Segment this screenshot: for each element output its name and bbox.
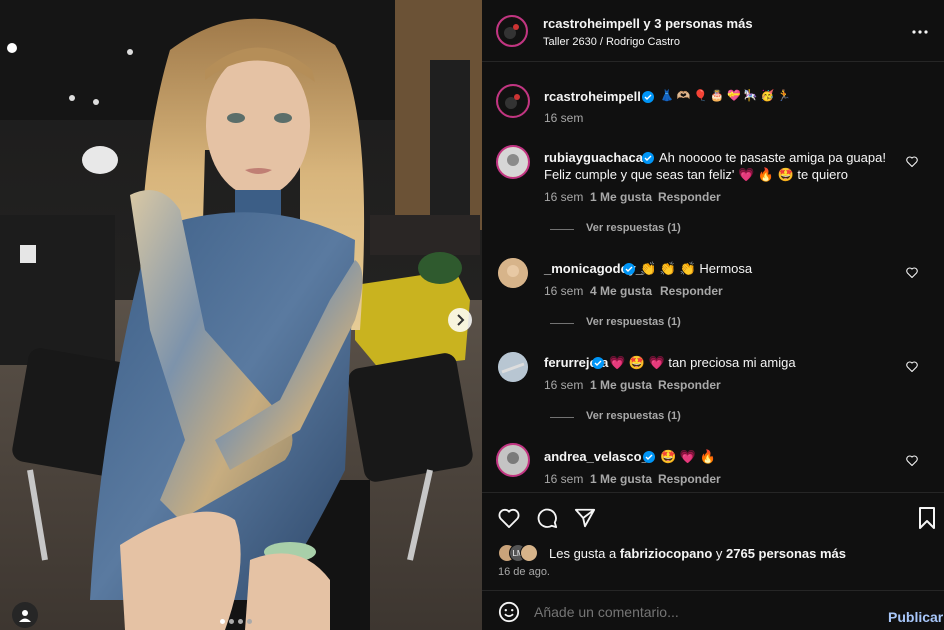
comment-icon: [537, 508, 558, 529]
carousel-indicator: [220, 619, 252, 624]
like-comment-button[interactable]: [905, 453, 919, 467]
caption-avatar[interactable]: [496, 84, 530, 118]
post-authors[interactable]: rcastroheimpell y 3 personas más: [543, 16, 753, 31]
like-button[interactable]: [496, 505, 522, 531]
comment-likes[interactable]: 1 Me gusta: [590, 472, 652, 486]
post-modal: rcastroheimpell y 3 personas más Taller …: [0, 0, 944, 630]
comment-likes[interactable]: 4 Me gusta: [590, 284, 652, 298]
comment-text: 👏 👏 👏 Hermosa: [640, 261, 753, 276]
reply-button[interactable]: Responder: [658, 378, 721, 392]
post-location[interactable]: Taller 2630 / Rodrigo Castro: [543, 36, 680, 48]
comment-text-continued: Feliz cumple y que seas tan feliz' 💗 🔥 🤩…: [544, 167, 848, 182]
post-photo: [0, 0, 482, 630]
comment-avatar[interactable]: [498, 258, 528, 288]
emoji-button[interactable]: [496, 599, 522, 625]
reply-button[interactable]: Responder: [658, 472, 721, 486]
author-avatar[interactable]: [496, 15, 528, 47]
replies-divider: [550, 323, 574, 324]
heart-icon: [906, 454, 918, 466]
chevron-right-icon: [457, 314, 465, 326]
post-actions: LM Les gusta a fabriziocopano y 2765 per…: [482, 492, 944, 582]
replies-divider: [550, 229, 574, 230]
carousel-dot: [238, 619, 243, 624]
comment-composer: Publicar: [482, 590, 944, 630]
comment-text: 🤩 💗 🔥: [660, 449, 716, 464]
verified-icon: [623, 263, 635, 275]
like-comment-button[interactable]: [905, 265, 919, 279]
carousel-dot: [229, 619, 234, 624]
view-replies-button[interactable]: Ver respuestas (1): [586, 410, 681, 422]
publish-button[interactable]: Publicar: [888, 609, 943, 625]
verified-icon: [592, 357, 604, 369]
liker-avatar[interactable]: [520, 544, 538, 562]
reply-button[interactable]: Responder: [658, 190, 721, 204]
comment-time: 16 sem: [544, 378, 584, 392]
post-header: rcastroheimpell y 3 personas más Taller …: [482, 0, 944, 62]
likes-summary: Les gusta a fabriziocopano y 2765 person…: [549, 546, 846, 561]
likes-middle: y: [712, 546, 727, 561]
heart-icon: [498, 508, 520, 528]
save-button[interactable]: [914, 505, 940, 531]
comment-time: 16 sem: [544, 190, 584, 204]
verified-icon: [642, 152, 654, 164]
carousel-dot: [220, 619, 225, 624]
comment-avatar[interactable]: [496, 443, 530, 477]
view-replies-button[interactable]: Ver respuestas (1): [586, 316, 681, 328]
like-comment-button[interactable]: [905, 154, 919, 168]
verified-icon: [642, 91, 654, 103]
carousel-dot: [247, 619, 252, 624]
comment-username[interactable]: andrea_velasco_: [544, 449, 649, 464]
likes-prefix: Les gusta a: [549, 546, 620, 561]
comment-button[interactable]: [534, 505, 560, 531]
post-details-panel: rcastroheimpell y 3 personas más Taller …: [482, 0, 944, 630]
verified-icon: [643, 451, 655, 463]
comment-text: Ah nooooo te pasaste amiga pa guapa!: [659, 150, 886, 165]
tagged-users-button[interactable]: [12, 602, 38, 628]
comment-avatar[interactable]: [496, 145, 530, 179]
likes-others[interactable]: 2765 personas más: [726, 546, 846, 561]
post-media[interactable]: [0, 0, 482, 630]
heart-icon: [906, 155, 918, 167]
comment-likes[interactable]: 1 Me gusta: [590, 378, 652, 392]
comment-text: 💗 🤩 💗 tan preciosa mi amiga: [609, 355, 796, 370]
comment-time: 16 sem: [544, 472, 584, 486]
comment-time: 16 sem: [544, 284, 584, 298]
comment-username[interactable]: rubiayguachaca: [544, 150, 643, 165]
reply-button[interactable]: Responder: [660, 284, 723, 298]
more-options-button[interactable]: [907, 22, 933, 42]
caption-username[interactable]: rcastroheimpell: [544, 89, 641, 104]
share-button[interactable]: [572, 505, 598, 531]
heart-icon: [906, 360, 918, 372]
comment-avatar[interactable]: [498, 352, 528, 382]
likes-avatars: LM: [498, 544, 538, 562]
post-date: 16 de ago.: [498, 566, 550, 578]
bookmark-icon: [919, 507, 935, 529]
heart-icon: [906, 266, 918, 278]
likes-user[interactable]: fabriziocopano: [620, 546, 712, 561]
caption-time: 16 sem: [544, 111, 584, 125]
next-slide-button[interactable]: [448, 308, 472, 332]
emoji-icon: [498, 601, 520, 623]
like-comment-button[interactable]: [905, 359, 919, 373]
comment-likes[interactable]: 1 Me gusta: [590, 190, 652, 204]
caption-text: 👗 🫶🏼 🎈 🎂 💝 🎠 🥳 🏃: [660, 90, 791, 102]
user-icon: [19, 610, 31, 622]
more-horizontal-icon: [912, 30, 928, 34]
view-replies-button[interactable]: Ver respuestas (1): [586, 222, 681, 234]
replies-divider: [550, 417, 574, 418]
send-icon: [574, 508, 596, 528]
comment-input[interactable]: [534, 600, 864, 624]
